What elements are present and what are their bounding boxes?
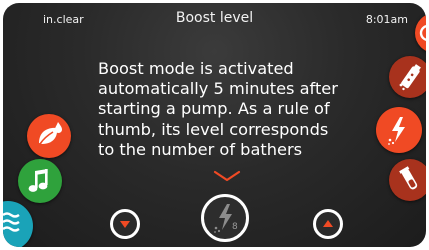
music-note-icon: [28, 169, 48, 192]
top-menu-button[interactable]: [415, 13, 426, 53]
salt-cartridge-icon: [399, 64, 421, 91]
boost-bolt-icon: [214, 204, 232, 233]
leaf-drop-icon: [39, 122, 62, 145]
device-screen: in.clear Boost level 8:01am Boost mode i…: [3, 3, 426, 247]
message-line: to the number of bathers: [98, 139, 303, 159]
clock: 8:01am: [365, 13, 408, 26]
message-line: automatically 5 minutes after: [98, 79, 338, 99]
boost-level-value: 8: [232, 222, 238, 232]
up-arrow-icon: [323, 220, 333, 227]
boost-level-control[interactable]: 8: [201, 194, 249, 242]
scroll-down-chevron-icon[interactable]: [213, 169, 241, 183]
audio-button[interactable]: [18, 159, 62, 203]
message-line: thumb, its level corresponds: [98, 119, 329, 139]
message-line: starting a pump. As a rule of: [98, 99, 330, 119]
message-line: Boost mode is activated: [98, 59, 294, 78]
info-message: Boost mode is activated automatically 5 …: [98, 59, 338, 160]
waves-icon: [3, 212, 20, 232]
boost-bolt-icon: [388, 117, 405, 145]
page-title: Boost level: [175, 10, 254, 26]
test-tube-icon: [399, 166, 418, 190]
boost-menu-button[interactable]: [376, 107, 422, 153]
water-test-button[interactable]: [389, 159, 426, 201]
salt-button[interactable]: [389, 56, 426, 98]
decrease-button[interactable]: [110, 209, 140, 239]
water-button[interactable]: [3, 201, 33, 247]
down-arrow-icon: [120, 221, 130, 228]
increase-button[interactable]: [313, 209, 343, 239]
nature-button[interactable]: [27, 114, 71, 158]
top-partial-icon: [419, 25, 426, 41]
